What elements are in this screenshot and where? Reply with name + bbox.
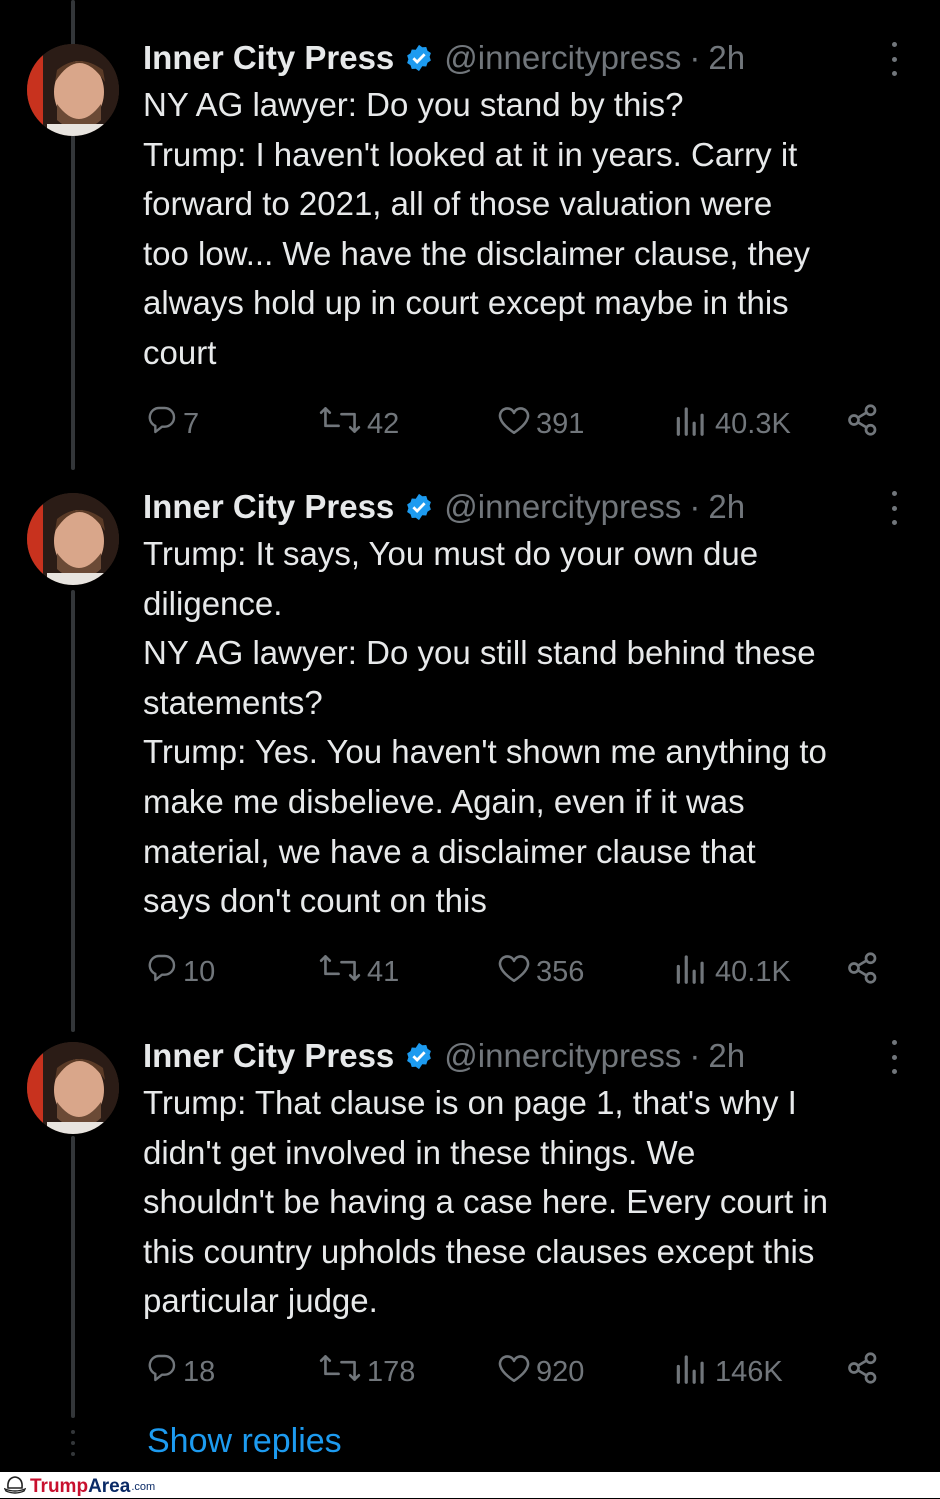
share-icon	[845, 950, 881, 994]
tweet-header: Inner City Press @innercitypress · 2h	[143, 36, 745, 80]
verified-badge-icon	[404, 492, 434, 522]
text-line: statements?	[143, 683, 323, 721]
share-button[interactable]	[845, 404, 881, 444]
tweet-header: Inner City Press @innercitypress · 2h	[143, 485, 745, 529]
reply-count: 18	[183, 1355, 216, 1388]
views-icon	[672, 952, 710, 992]
views-button[interactable]: 40.3K	[672, 404, 791, 444]
text-line: Trump: I haven't looked at it in years. …	[143, 135, 798, 173]
reply-button[interactable]: 7	[146, 404, 199, 444]
views-icon	[672, 404, 710, 444]
tweet-text: Trump: It says, You must do your own due…	[143, 529, 928, 926]
avatar[interactable]	[27, 44, 119, 136]
share-button[interactable]	[845, 952, 881, 992]
text-line: forward to 2021, all of those valuation …	[143, 185, 773, 223]
text-line: always hold up in court except maybe in …	[143, 284, 789, 322]
more-options-icon[interactable]	[884, 42, 904, 76]
view-count: 40.1K	[715, 955, 791, 988]
like-button[interactable]: 391	[497, 404, 584, 444]
display-name[interactable]: Inner City Press	[143, 39, 394, 77]
share-icon	[845, 402, 881, 446]
view-count: 146K	[715, 1355, 783, 1388]
separator: ·	[689, 1037, 701, 1074]
handle[interactable]: @innercitypress	[444, 488, 681, 526]
text-line: material, we have a disclaimer clause th…	[143, 832, 756, 870]
watermark-bar: Trump Area .com	[0, 1472, 940, 1498]
more-options-icon[interactable]	[884, 1040, 904, 1074]
reply-button[interactable]: 18	[146, 1352, 215, 1392]
reply-count: 7	[183, 407, 200, 440]
hat-icon	[3, 1474, 27, 1499]
text-line: NY AG lawyer: Do you stand by this?	[143, 86, 684, 123]
like-icon	[497, 404, 531, 444]
timestamp[interactable]: 2h	[708, 488, 745, 526]
verified-badge-icon	[404, 43, 434, 73]
like-button[interactable]: 920	[497, 1352, 584, 1392]
retweet-count: 41	[367, 955, 400, 988]
text-line: make me disbelieve. Again, even if it wa…	[143, 782, 745, 820]
separator: ·	[689, 488, 701, 525]
retweet-button[interactable]: 42	[318, 404, 399, 444]
like-icon	[497, 1352, 531, 1392]
timestamp[interactable]: 2h	[708, 1037, 745, 1075]
text-line: court	[143, 333, 217, 371]
watermark-logo: Trump Area .com	[3, 1474, 156, 1499]
text-line: NY AG lawyer: Do you still stand behind …	[143, 634, 816, 672]
like-count: 356	[536, 955, 585, 988]
action-bar: 7 42 391 40.3K	[0, 404, 940, 444]
reply-icon	[146, 404, 178, 444]
views-icon	[672, 1352, 710, 1392]
show-replies-link[interactable]: Show replies	[147, 1422, 342, 1461]
separator: ·	[689, 39, 701, 76]
retweet-icon	[318, 952, 362, 992]
text-line: Trump: It says, You must do your own due	[143, 535, 759, 572]
reply-icon	[146, 1352, 178, 1392]
action-bar: 18 178 920 146K	[0, 1352, 940, 1392]
handle[interactable]: @innercitypress	[444, 1037, 681, 1075]
text-line: didn't get involved in these things. We	[143, 1133, 696, 1171]
like-icon	[497, 952, 531, 992]
avatar[interactable]	[27, 493, 119, 585]
share-button[interactable]	[845, 1352, 881, 1392]
text-line: this country upholds these clauses excep…	[143, 1232, 815, 1270]
avatar[interactable]	[27, 1042, 119, 1134]
more-options-icon[interactable]	[884, 491, 904, 525]
retweet-icon	[318, 1352, 362, 1392]
text-line: diligence.	[143, 584, 283, 622]
retweet-count: 178	[367, 1355, 416, 1388]
share-icon	[845, 1350, 881, 1394]
display-name[interactable]: Inner City Press	[143, 488, 394, 526]
text-line: Trump: That clause is on page 1, that's …	[143, 1084, 797, 1121]
reply-count: 10	[183, 955, 216, 988]
views-button[interactable]: 40.1K	[672, 952, 791, 992]
watermark-text: Area	[88, 1475, 131, 1497]
retweet-button[interactable]: 178	[318, 1352, 415, 1392]
text-line: too low... We have the disclaimer clause…	[143, 234, 811, 272]
like-count: 391	[536, 407, 585, 440]
text-line: shouldn't be having a case here. Every c…	[143, 1183, 829, 1221]
reply-icon	[146, 952, 178, 992]
retweet-count: 42	[367, 407, 400, 440]
text-line: Trump: Yes. You haven't shown me anythin…	[143, 733, 827, 771]
action-bar: 10 41 356 40.1K	[0, 952, 940, 992]
verified-badge-icon	[404, 1041, 434, 1071]
tweet-header: Inner City Press @innercitypress · 2h	[143, 1034, 745, 1078]
watermark-text: .com	[131, 1480, 156, 1493]
views-button[interactable]: 146K	[672, 1352, 783, 1392]
watermark-text: Trump	[30, 1475, 89, 1497]
like-button[interactable]: 356	[497, 952, 584, 992]
display-name[interactable]: Inner City Press	[143, 1037, 394, 1075]
view-count: 40.3K	[715, 407, 791, 440]
thread-continuation-dots	[69, 1430, 77, 1456]
handle[interactable]: @innercitypress	[444, 39, 681, 77]
timestamp[interactable]: 2h	[708, 39, 745, 77]
text-line: particular judge.	[143, 1282, 378, 1320]
tweet-text: NY AG lawyer: Do you stand by this? Trum…	[143, 80, 928, 378]
retweet-button[interactable]: 41	[318, 952, 399, 992]
tweet-text: Trump: That clause is on page 1, that's …	[143, 1078, 928, 1326]
reply-button[interactable]: 10	[146, 952, 215, 992]
text-line: says don't count on this	[143, 882, 487, 920]
retweet-icon	[318, 404, 362, 444]
like-count: 920	[536, 1355, 585, 1388]
